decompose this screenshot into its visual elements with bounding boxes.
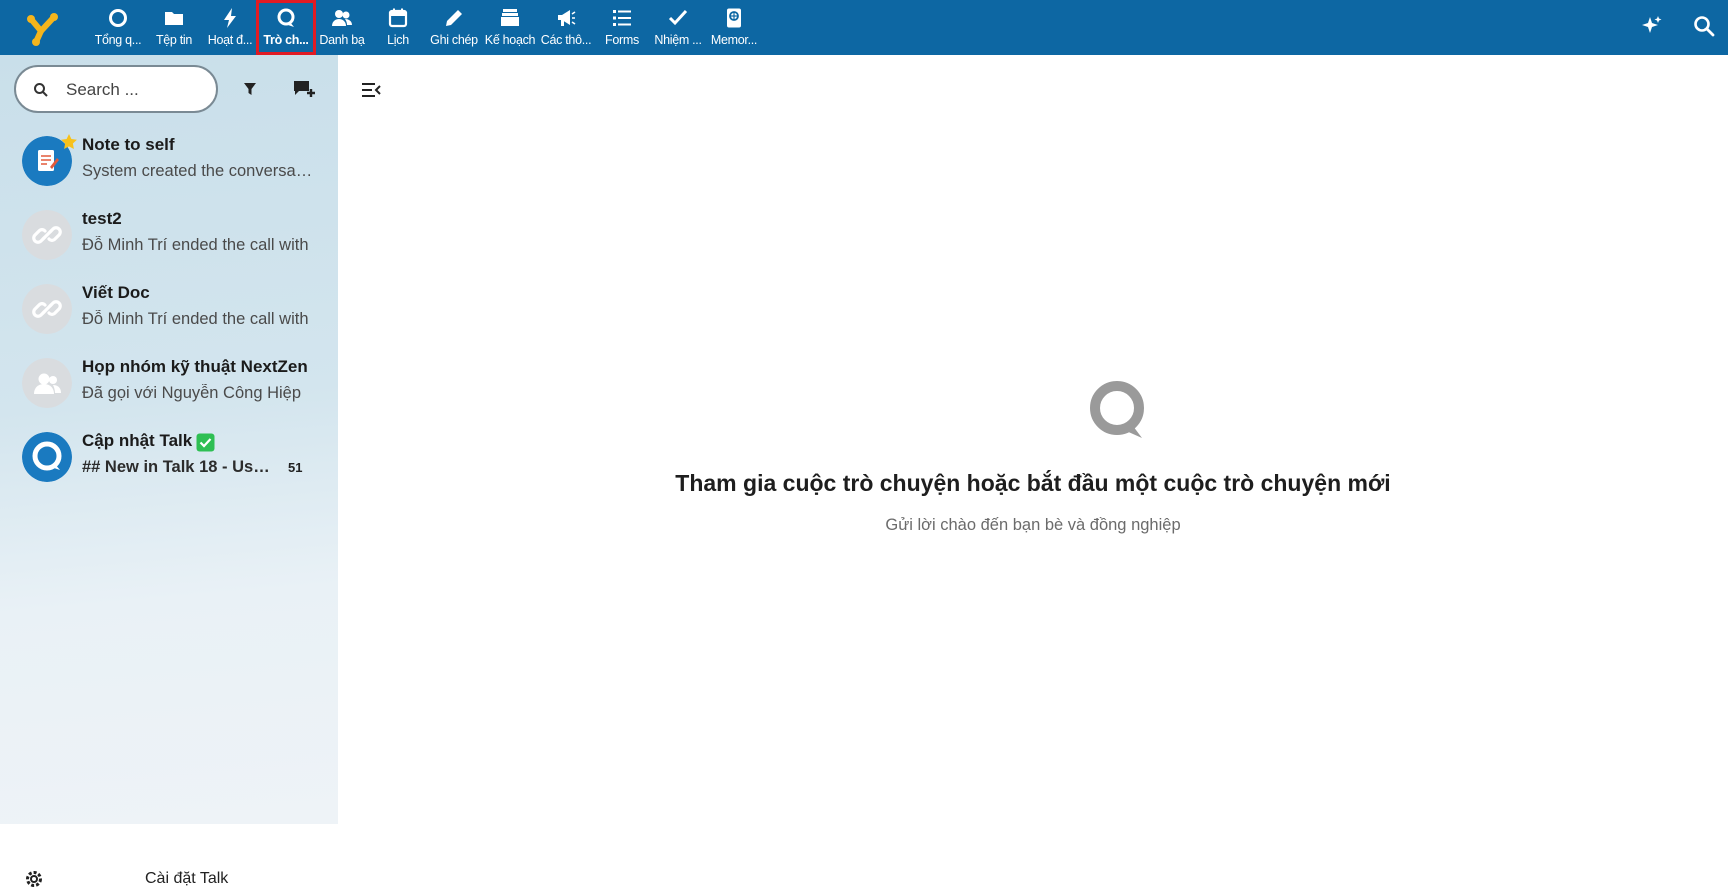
conversation-hop-nhom[interactable]: Họp nhóm kỹ thuật NextZen Đã gọi với Ngu…: [0, 347, 338, 419]
filter-button[interactable]: [238, 77, 262, 101]
unread-count-badge: 51: [288, 460, 303, 475]
app-label: Forms: [605, 33, 639, 47]
chat-plus-icon: [294, 81, 315, 97]
conversation-preview: System created the conversation: [82, 162, 314, 180]
gear-icon: [26, 871, 42, 887]
conversation-name: Note to self: [82, 135, 175, 154]
list-icon: [611, 7, 633, 29]
nextzen-logo[interactable]: [24, 9, 62, 47]
app-tasks[interactable]: Nhiệm ...: [650, 0, 706, 55]
verified-check-icon: [196, 433, 215, 452]
link-avatar: [22, 210, 72, 260]
conversation-name: Cập nhật Talk: [82, 431, 193, 450]
empty-state-subtitle: Gửi lời chào đến bạn bè và đồng nghiệp: [885, 516, 1181, 534]
pencil-icon: [443, 7, 465, 29]
app-dashboard[interactable]: Tổng q...: [90, 0, 146, 55]
circle-icon: [107, 7, 129, 29]
app-label: Danh bạ: [319, 33, 365, 47]
contacts-icon: [331, 7, 353, 29]
toggle-sidebar-button[interactable]: [360, 79, 382, 101]
folder-icon: [163, 7, 185, 29]
app-label: Hoạt đ...: [207, 33, 253, 47]
conversation-search[interactable]: [14, 65, 218, 113]
talk-icon: [275, 7, 297, 29]
lightning-icon: [219, 7, 241, 29]
app-label: Các thô...: [540, 33, 592, 47]
memories-icon: [723, 7, 745, 29]
talk-empty-state-icon: [1086, 378, 1152, 444]
top-navigation-bar: Tổng q... Tệp tin Hoạt đ... Trò ch... Da…: [0, 0, 1728, 55]
app-files[interactable]: Tệp tin: [146, 0, 202, 55]
app-label: Kế hoạch: [484, 33, 536, 47]
empty-state-title: Tham gia cuộc trò chuyện hoặc bắt đầu mộ…: [675, 470, 1391, 496]
conversation-viet-doc[interactable]: Viết Doc Đỗ Minh Trí ended the call with: [0, 273, 338, 345]
app-announcements[interactable]: Các thô...: [538, 0, 594, 55]
menu-collapse-icon: [362, 83, 381, 97]
conversation-sidebar: Note to self System created the conversa…: [0, 55, 338, 887]
megaphone-icon: [555, 7, 577, 29]
favorite-star-icon: [61, 134, 77, 149]
app-label: Tổng q...: [94, 33, 142, 47]
conversation-preview: ## New in Talk 18 - Users: [82, 458, 277, 476]
conversation-cap-nhat-talk[interactable]: Cập nhật Talk ## New in Talk 18 - Users …: [0, 421, 338, 493]
talk-settings-label: Cài đặt Talk: [145, 870, 229, 887]
sparkle-assistant-icon[interactable]: [1640, 14, 1664, 38]
conversation-test2[interactable]: test2 Đỗ Minh Trí ended the call with: [0, 199, 338, 271]
app-label: Ghi chép: [430, 33, 478, 47]
app-deck[interactable]: Kế hoạch: [482, 0, 538, 55]
conversation-preview: Đỗ Minh Trí ended the call with: [82, 236, 309, 254]
group-avatar: [22, 358, 72, 408]
main-content: Tham gia cuộc trò chuyện hoặc bắt đầu mộ…: [338, 55, 1728, 824]
app-talk[interactable]: Trò ch...: [256, 0, 316, 55]
deck-icon: [499, 7, 521, 29]
app-label: Lịch: [387, 33, 409, 47]
app-notes[interactable]: Ghi chép: [426, 0, 482, 55]
filter-icon: [244, 83, 256, 95]
conversation-note-to-self[interactable]: Note to self System created the conversa…: [0, 125, 338, 197]
conversation-preview: Đỗ Minh Trí ended the call with: [82, 310, 309, 328]
app-label: Nhiệm ...: [654, 33, 702, 47]
conversation-name: Họp nhóm kỹ thuật NextZen: [82, 357, 308, 376]
search-icon: [34, 83, 48, 97]
conversation-preview: Đã gọi với Nguyễn Công Hiệp: [82, 384, 302, 402]
app-forms[interactable]: Forms: [594, 0, 650, 55]
conversation-name: test2: [82, 209, 122, 228]
talk-settings-row[interactable]: Cài đặt Talk: [0, 863, 338, 893]
new-conversation-button[interactable]: [292, 77, 316, 101]
app-label: Tệp tin: [155, 33, 193, 47]
link-avatar: [22, 284, 72, 334]
app-label: Trò ch...: [263, 33, 309, 47]
app-contacts[interactable]: Danh bạ: [314, 0, 370, 55]
app-menu: Tổng q... Tệp tin Hoạt đ... Trò ch... Da…: [90, 0, 762, 55]
app-calendar[interactable]: Lịch: [370, 0, 426, 55]
checkmark-icon: [667, 7, 689, 29]
app-label: Memor...: [710, 33, 758, 47]
search-input[interactable]: [64, 77, 208, 103]
search-icon[interactable]: [1692, 14, 1716, 38]
app-memories[interactable]: Memor...: [706, 0, 762, 55]
calendar-icon: [387, 7, 409, 29]
conversation-name: Viết Doc: [82, 283, 150, 302]
talk-avatar: [22, 432, 72, 482]
app-activity[interactable]: Hoạt đ...: [202, 0, 258, 55]
